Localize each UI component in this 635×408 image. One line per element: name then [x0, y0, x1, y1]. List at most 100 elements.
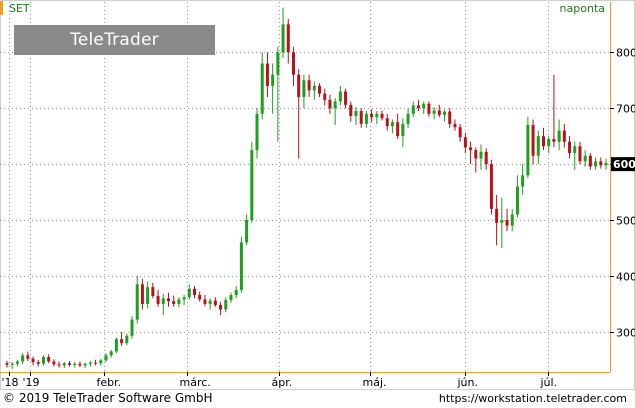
candle-body: [224, 299, 228, 310]
candle-body: [5, 363, 9, 365]
candle-body: [109, 351, 113, 356]
candle-body: [437, 110, 441, 115]
candle-body: [354, 111, 358, 117]
candle-body: [166, 298, 170, 302]
candle-body: [57, 364, 61, 366]
candle-body: [203, 299, 207, 304]
candle-body: [36, 362, 40, 364]
candle-body: [469, 147, 473, 151]
candle-body: [344, 91, 348, 105]
candle-body: [47, 357, 51, 362]
candle-body: [120, 339, 124, 344]
candle-body: [416, 105, 420, 109]
candle-body: [526, 125, 530, 176]
last-price-label: 600: [613, 158, 635, 171]
candle-body: [604, 163, 608, 166]
candle-body: [99, 360, 103, 364]
candle-body: [78, 363, 82, 366]
candle-body: [104, 355, 108, 361]
candle-body: [177, 299, 181, 304]
candle-body: [578, 146, 582, 162]
candle-body: [333, 101, 337, 109]
candle-body: [291, 52, 295, 75]
candle-body: [484, 151, 488, 165]
period-label: naponta: [559, 2, 605, 15]
candle-body: [406, 113, 410, 124]
candle-body: [182, 297, 186, 300]
candle-body: [135, 284, 139, 320]
candle-body: [489, 164, 493, 209]
y-tick-label: 300: [616, 327, 635, 340]
candle-body: [349, 104, 353, 117]
candle-body: [573, 146, 577, 153]
candle-body: [380, 113, 384, 119]
candle-body: [94, 362, 98, 364]
candle-body: [255, 113, 259, 151]
candle-body: [198, 294, 202, 300]
candle-body: [250, 150, 254, 221]
candle-body: [151, 287, 155, 297]
x-tick-label: júl.: [540, 376, 558, 389]
candle-body: [219, 305, 223, 310]
x-tick-label: jún.: [457, 376, 479, 389]
copyright-text: © 2019 TeleTrader Software GmbH: [3, 391, 213, 405]
candle-body: [328, 99, 332, 109]
candle-body: [281, 24, 285, 53]
candle-body: [594, 161, 598, 167]
candle-body: [396, 122, 400, 137]
candle-body: [239, 242, 243, 290]
candle-body: [88, 362, 92, 364]
ticker-flag: [0, 1, 3, 15]
y-tick-label: 400: [616, 271, 635, 284]
candle-body: [125, 335, 129, 344]
candle-body: [318, 85, 322, 94]
candle-body: [130, 319, 134, 336]
candle-body: [432, 110, 436, 114]
candle-body: [422, 103, 426, 109]
candle-body: [323, 93, 327, 100]
candle-body: [562, 130, 566, 142]
candle-body: [401, 123, 405, 137]
candle-body: [547, 138, 551, 147]
candle-body: [495, 208, 499, 223]
candle-body: [359, 111, 363, 124]
candle-body: [370, 113, 374, 118]
candle-body: [52, 361, 56, 365]
candle-body: [276, 52, 280, 75]
candle-body: [114, 339, 118, 352]
candle-body: [21, 355, 25, 362]
candle-body: [505, 220, 509, 226]
candle-body: [156, 296, 160, 304]
candle-body: [213, 300, 217, 306]
candle-body: [146, 287, 150, 304]
candle-body: [312, 85, 316, 91]
candle-body: [411, 105, 415, 114]
candle-body: [552, 138, 556, 142]
candle-body: [62, 363, 66, 366]
source-url[interactable]: https://workstation.teletrader.com: [439, 392, 627, 405]
candle-body: [297, 74, 301, 98]
candle-body: [375, 113, 379, 118]
candle-body: [338, 91, 342, 102]
candle-body: [463, 137, 467, 148]
y-tick-label: 500: [616, 215, 635, 228]
candle-body: [510, 214, 514, 226]
candle-body: [531, 125, 535, 156]
x-axis-ticks: '18 '19 febr. márc. ápr. máj. jún. júl.: [2, 372, 558, 389]
candle-body: [541, 136, 545, 147]
candle-body: [443, 111, 447, 115]
chart-frame: 300 400 500 600 700 800 '18 '19 febr. márc. ápr. m…: [0, 0, 635, 408]
candle-body: [68, 363, 72, 365]
candle-body: [41, 357, 45, 364]
y-axis-ticks: 300 400 500 600 700 800: [610, 47, 635, 340]
x-tick-label: '18: [2, 376, 19, 389]
candle-body: [172, 301, 176, 304]
candle-body: [161, 298, 165, 304]
candle-body: [286, 24, 290, 53]
ticker-symbol: SET: [9, 2, 30, 15]
candle-body: [536, 136, 540, 156]
candle-body: [599, 161, 603, 166]
candle-body: [26, 355, 30, 359]
y-tick-label: 800: [616, 47, 635, 60]
candle-body: [83, 363, 87, 366]
